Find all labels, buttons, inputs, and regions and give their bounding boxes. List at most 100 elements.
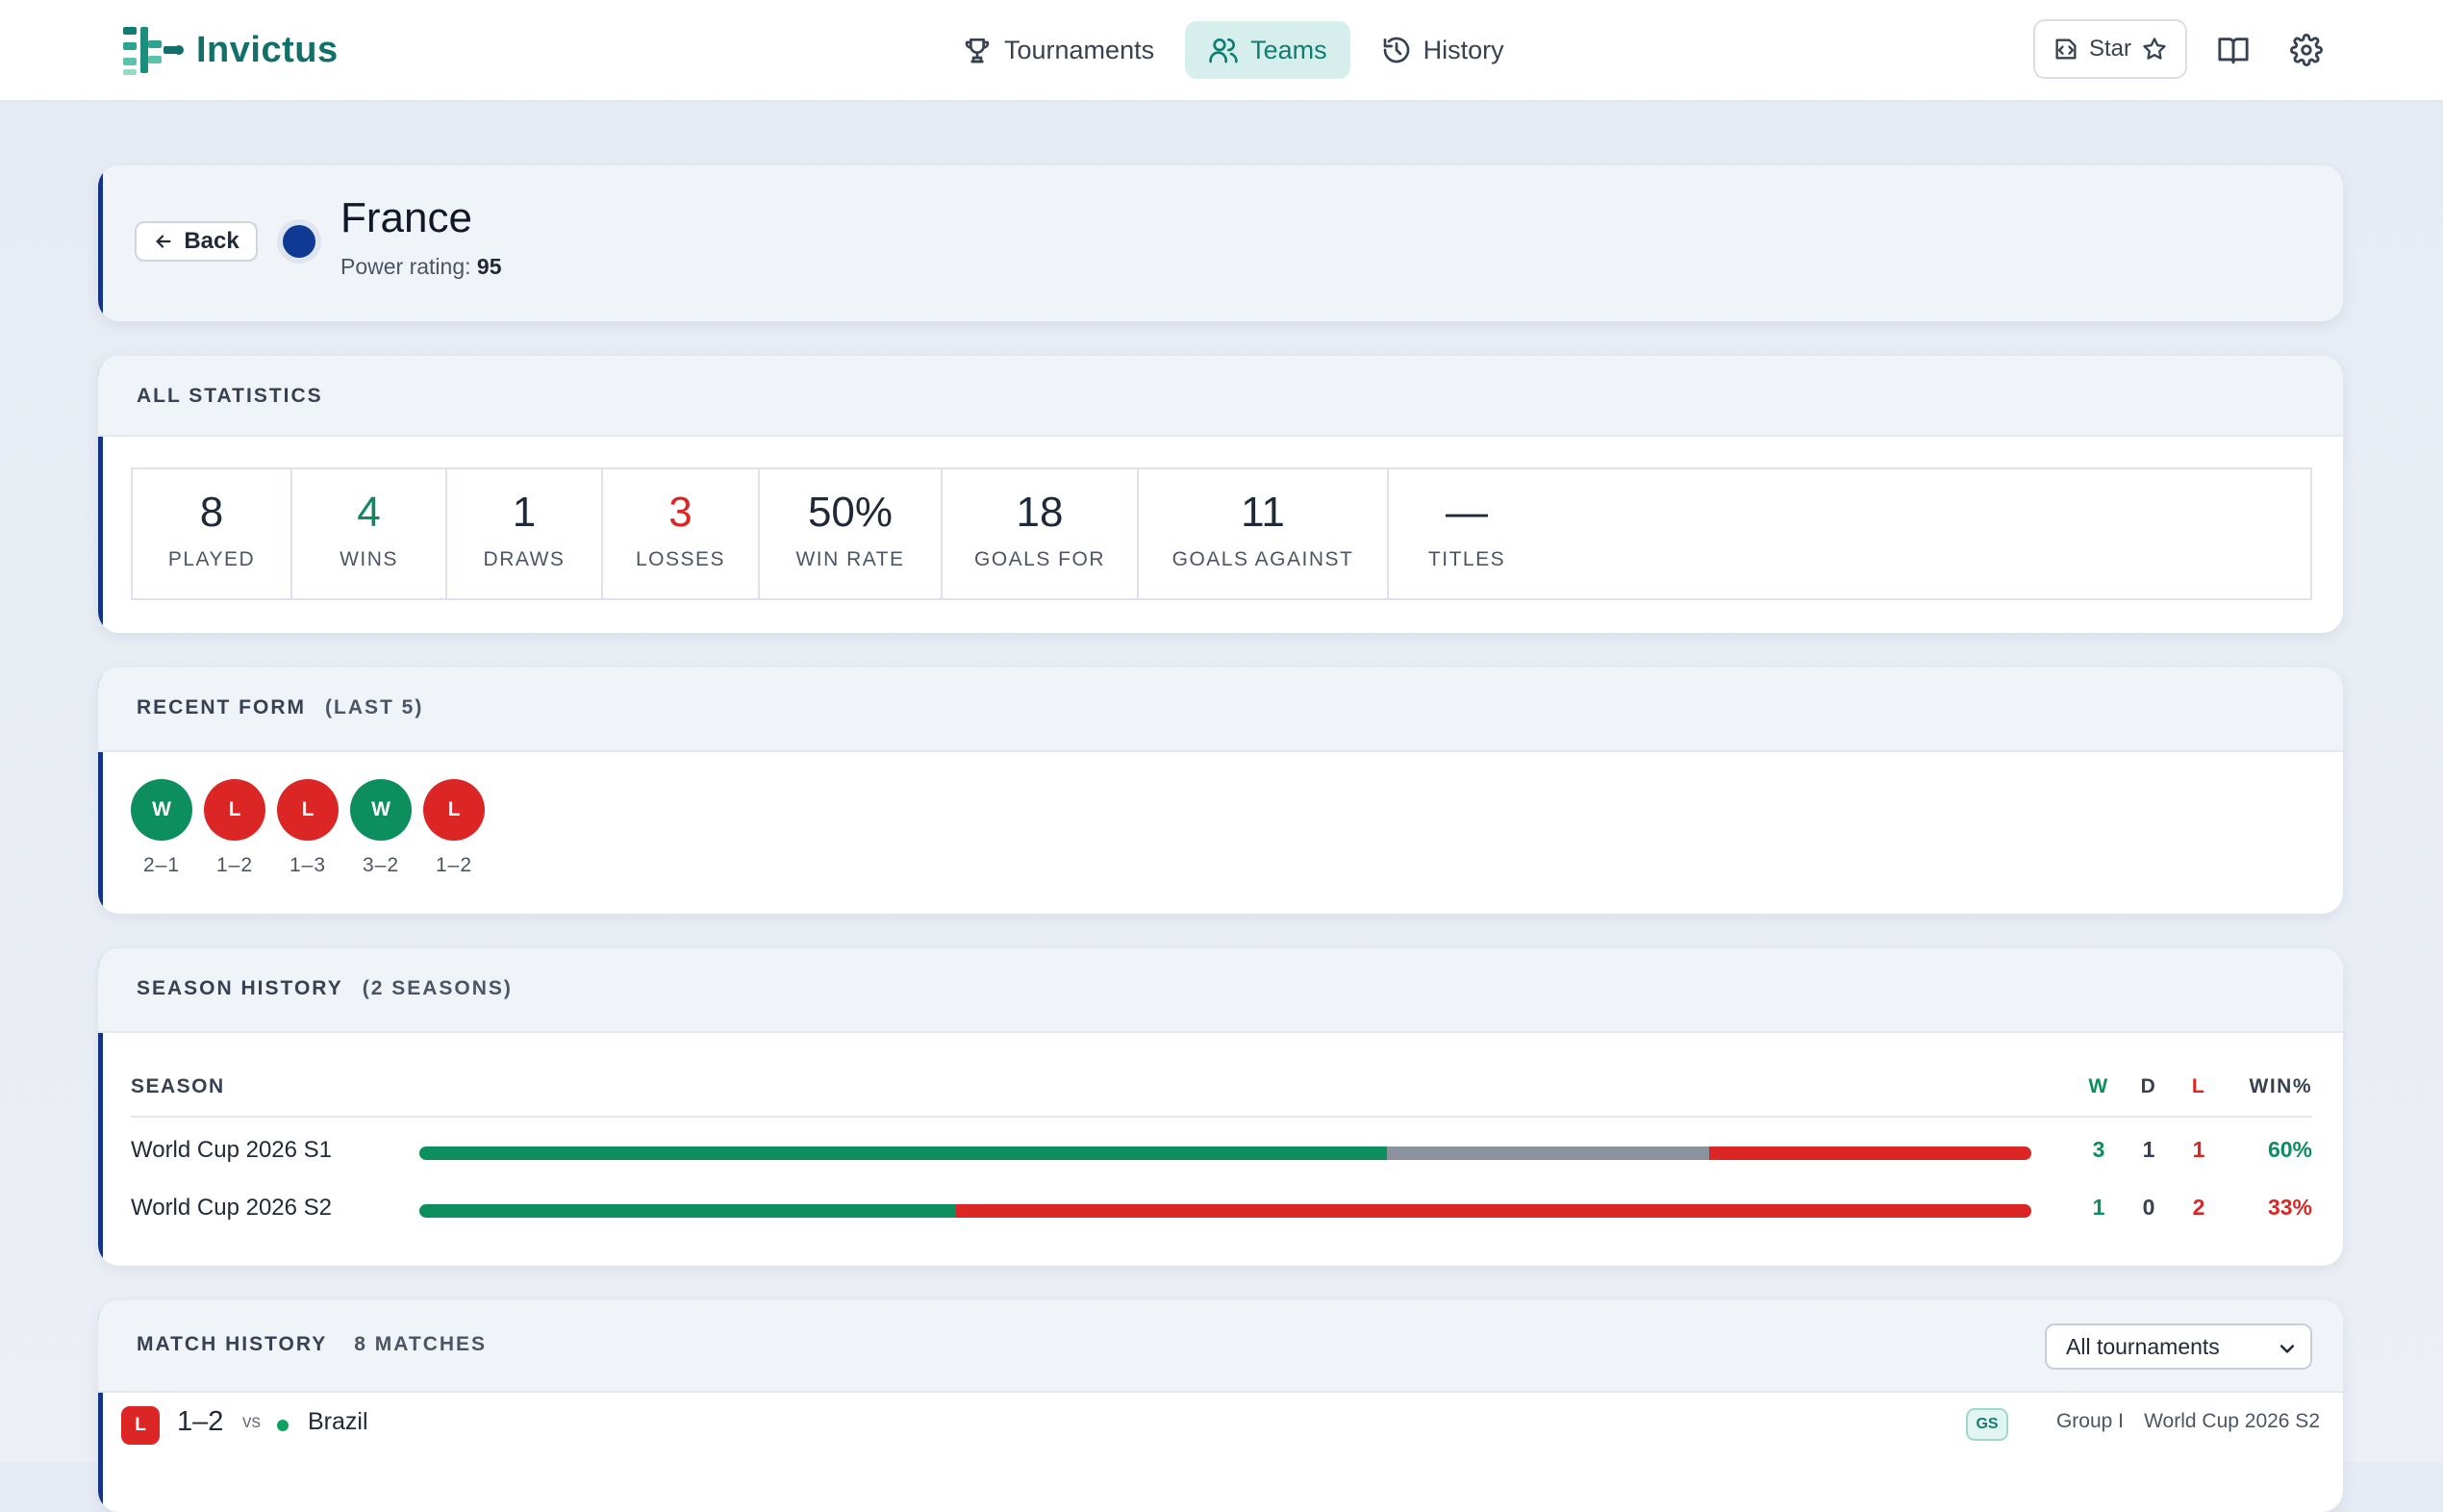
season-wins: 1: [2092, 1195, 2105, 1220]
statistics-grid: 8 PLAYED 4 WINS 1 DRAWS 3 LOSSES 50% WIN…: [131, 467, 2312, 600]
team-header-card: Back France Power rating: 95: [98, 165, 2343, 321]
stat-label: GOALS FOR: [973, 548, 1106, 570]
wins-column-header: W: [2088, 1075, 2109, 1097]
season-row[interactable]: World Cup 2026 S2 1 0 2 33%: [98, 1191, 2343, 1229]
stage-badge: GS: [1966, 1408, 2008, 1441]
power-rating: Power rating: 95: [340, 254, 502, 280]
season-wins: 3: [2092, 1137, 2105, 1162]
nav-history-label: History: [1423, 35, 1504, 64]
match-count: 8 MATCHES: [354, 1333, 488, 1355]
star-label: Star: [2088, 36, 2131, 62]
season-draws: 0: [2142, 1195, 2155, 1220]
statistics-header: ALL STATISTICS: [98, 356, 2343, 437]
form-result-score: 2–1: [142, 854, 181, 876]
stat-draws: 1 DRAWS: [447, 469, 603, 598]
form-result-item[interactable]: W 2–1: [131, 779, 192, 877]
match-opponent[interactable]: Brazil: [308, 1408, 368, 1436]
season-losses: 1: [2192, 1137, 2205, 1162]
match-history-card: MATCH HISTORY 8 MATCHES All tournaments L…: [98, 1300, 2343, 1512]
form-result-score: 1–2: [435, 854, 473, 876]
season-win-pct: 33%: [2267, 1195, 2312, 1220]
nav-tournaments-label: Tournaments: [1004, 35, 1155, 64]
top-bar: Invictus Tournaments Teams History Star: [0, 0, 2443, 102]
season-win-pct: 60%: [2267, 1137, 2312, 1162]
team-color-dot: [283, 225, 315, 258]
stat-label: PLAYED: [167, 548, 256, 570]
stat-value: 1: [512, 489, 537, 536]
season-row[interactable]: World Cup 2026 S1 3 1 1 60%: [98, 1133, 2343, 1172]
stat-label: GOALS AGAINST: [1171, 548, 1354, 570]
stat-label: TITLES: [1427, 548, 1506, 570]
nav-history[interactable]: History: [1358, 21, 1527, 79]
form-result-badge: W: [131, 779, 192, 841]
statistics-title: ALL STATISTICS: [137, 385, 323, 407]
recent-form-card: RECENT FORM (LAST 5) W 2–1 L 1–2 L 1–3 W …: [98, 668, 2343, 914]
back-label: Back: [184, 228, 239, 254]
losses-column-header: L: [2191, 1075, 2206, 1097]
season-bar-losses: [1708, 1147, 2031, 1160]
app-name: Invictus: [196, 29, 339, 70]
nav-teams[interactable]: Teams: [1185, 21, 1350, 79]
power-rating-label: Power rating:: [340, 254, 471, 279]
match-tournament: World Cup 2026 S2: [2144, 1410, 2320, 1432]
back-button[interactable]: Back: [135, 221, 258, 262]
form-result-item[interactable]: L 1–2: [204, 779, 265, 877]
book-open-icon: [2218, 38, 2249, 64]
season-bar-draws: [1386, 1147, 1709, 1160]
season-history-subtitle: (2 SEASONS): [362, 977, 513, 999]
stat-label: LOSSES: [635, 548, 726, 570]
recent-form-title-wrap: RECENT FORM (LAST 5): [137, 696, 423, 719]
bracket-logo-icon: [123, 27, 184, 75]
form-result-score: 3–2: [362, 854, 400, 876]
match-result-badge: L: [121, 1406, 160, 1445]
docs-button[interactable]: [2212, 29, 2254, 71]
recent-form-header: RECENT FORM (LAST 5): [98, 668, 2343, 752]
gear-icon: [2290, 34, 2323, 66]
season-result-bar: [419, 1204, 2031, 1218]
users-icon: [1209, 38, 1238, 63]
recent-form-title: RECENT FORM: [137, 696, 306, 718]
stat-win-rate: 50% WIN RATE: [760, 469, 943, 598]
settings-button[interactable]: [2285, 29, 2328, 71]
github-repo-icon: [2055, 38, 2077, 60]
stat-value: 18: [1016, 489, 1064, 536]
match-history-title-wrap: MATCH HISTORY 8 MATCHES: [137, 1333, 487, 1356]
stat-goals-for: 18 GOALS FOR: [943, 469, 1139, 598]
form-result-item[interactable]: L 1–3: [277, 779, 339, 877]
form-result-item[interactable]: L 1–2: [423, 779, 485, 877]
statistics-card: ALL STATISTICS 8 PLAYED 4 WINS 1 DRAWS 3…: [98, 356, 2343, 633]
star-icon: [2143, 38, 2166, 60]
brand[interactable]: Invictus: [121, 21, 339, 79]
match-row[interactable]: L 1–2 vs Brazil GS Group I World Cup 202…: [98, 1393, 2343, 1462]
match-history-header: MATCH HISTORY 8 MATCHES All tournaments: [98, 1300, 2343, 1393]
opponent-color-dot: [277, 1420, 289, 1431]
form-result-score: 1–3: [289, 854, 327, 876]
season-bar-wins: [419, 1204, 957, 1218]
winpct-column-header: WIN%: [2249, 1075, 2312, 1097]
season-bar-losses: [956, 1204, 2031, 1218]
season-history-title-wrap: SEASON HISTORY (2 SEASONS): [137, 977, 513, 1000]
season-name: World Cup 2026 S1: [131, 1137, 333, 1163]
stat-value: 8: [199, 489, 224, 536]
stat-value: 11: [1241, 489, 1285, 536]
season-history-card: SEASON HISTORY (2 SEASONS) SEASON W D L W…: [98, 948, 2343, 1266]
form-result-badge: L: [277, 779, 339, 841]
match-score: 1–2: [177, 1406, 224, 1437]
stat-wins: 4 WINS: [292, 469, 447, 598]
recent-form-subtitle: (LAST 5): [325, 696, 424, 718]
tournament-filter-select[interactable]: All tournaments: [2045, 1323, 2312, 1370]
chevron-down-icon: [2279, 1345, 2295, 1353]
stat-value: 3: [668, 489, 693, 536]
season-name: World Cup 2026 S2: [131, 1195, 333, 1221]
season-result-bar: [419, 1147, 2031, 1160]
star-button[interactable]: Star: [2033, 19, 2187, 79]
match-group: Group I: [2055, 1410, 2124, 1432]
season-bar-wins: [419, 1147, 1387, 1160]
match-history-title: MATCH HISTORY: [137, 1333, 328, 1355]
stat-label: WIN RATE: [795, 548, 905, 570]
form-result-item[interactable]: W 3–2: [350, 779, 412, 877]
nav-tournaments[interactable]: Tournaments: [939, 21, 1177, 79]
tournament-filter-value: All tournaments: [2066, 1333, 2220, 1359]
stat-value: —: [1446, 489, 1488, 536]
draws-column-header: D: [2140, 1075, 2157, 1097]
